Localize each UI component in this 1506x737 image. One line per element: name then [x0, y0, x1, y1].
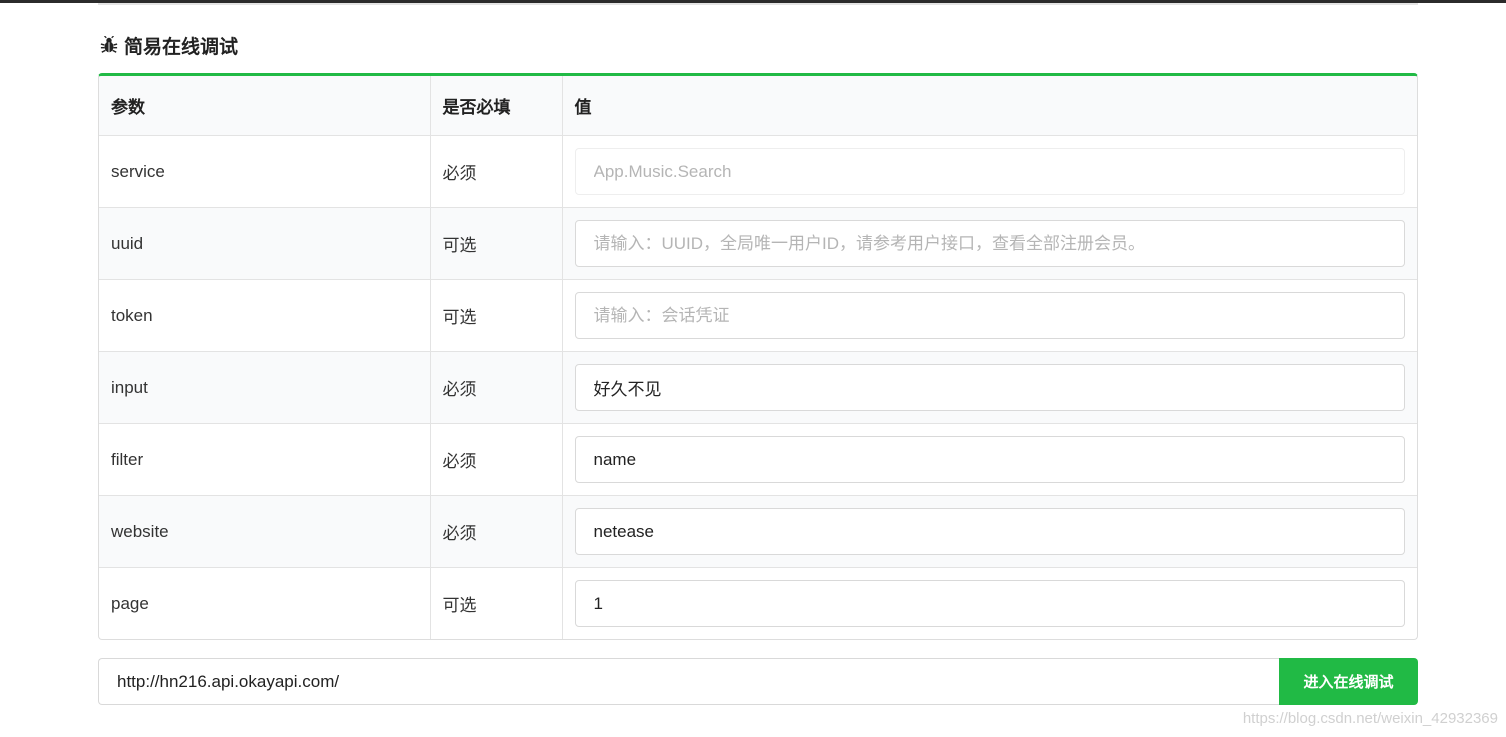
header-required: 是否必填	[430, 76, 563, 136]
watermark: https://blog.csdn.net/weixin_42932369	[1242, 710, 1498, 727]
page-input[interactable]	[574, 580, 1405, 627]
section-header: 简易在线调试	[100, 32, 238, 58]
required-flag: 可选	[430, 279, 563, 352]
request-url-bar: 进入在线调试	[98, 658, 1418, 705]
value-cell	[562, 423, 1417, 496]
required-flag: 必须	[430, 423, 563, 496]
required-flag: 必须	[430, 495, 563, 568]
param-name: token	[99, 279, 431, 352]
table-row: uuid 可选	[99, 207, 1417, 280]
table-row: page 可选	[99, 567, 1417, 640]
required-flag: 可选	[430, 207, 563, 280]
param-name: page	[99, 567, 431, 639]
next-section-heading-cutoff	[100, 730, 300, 737]
value-cell	[562, 568, 1417, 640]
param-name: service	[99, 135, 431, 208]
table-row: token 可选	[99, 279, 1417, 352]
filter-input[interactable]	[574, 436, 1405, 483]
required-flag: 必须	[430, 351, 563, 424]
param-name: input	[99, 351, 431, 424]
table-row: website 必须	[99, 495, 1417, 568]
header-value: 值	[562, 76, 1417, 136]
table-row: service 必须	[99, 135, 1417, 208]
website-input[interactable]	[574, 508, 1405, 555]
header-param: 参数	[99, 76, 431, 136]
top-divider-strip	[98, 3, 1418, 5]
value-cell	[562, 135, 1417, 208]
params-panel: 参数 是否必填 值 service 必须 uuid 可选	[98, 73, 1418, 640]
params-table: 参数 是否必填 值 service 必须 uuid 可选	[99, 76, 1417, 639]
input-field[interactable]	[574, 364, 1405, 411]
request-url-input[interactable]	[98, 658, 1279, 705]
table-header-row: 参数 是否必填 值	[99, 76, 1417, 136]
required-flag: 必须	[430, 135, 563, 208]
value-cell	[562, 279, 1417, 352]
param-name: filter	[99, 423, 431, 496]
token-input[interactable]	[574, 292, 1405, 339]
uuid-input[interactable]	[574, 220, 1405, 267]
value-cell	[562, 495, 1417, 568]
value-cell	[562, 351, 1417, 424]
value-cell	[562, 207, 1417, 280]
table-row: input 必须	[99, 351, 1417, 424]
required-flag: 可选	[430, 567, 563, 639]
table-row: filter 必须	[99, 423, 1417, 496]
debug-page: 简易在线调试 参数 是否必填 值 service 必须 App.Music.Se…	[0, 0, 1506, 737]
param-name: website	[99, 495, 431, 568]
param-name: uuid	[99, 207, 431, 280]
section-title: 简易在线调试	[124, 36, 239, 58]
service-input[interactable]	[574, 148, 1405, 195]
bug-icon	[100, 36, 118, 53]
start-debug-button[interactable]: 进入在线调试	[1279, 658, 1418, 705]
